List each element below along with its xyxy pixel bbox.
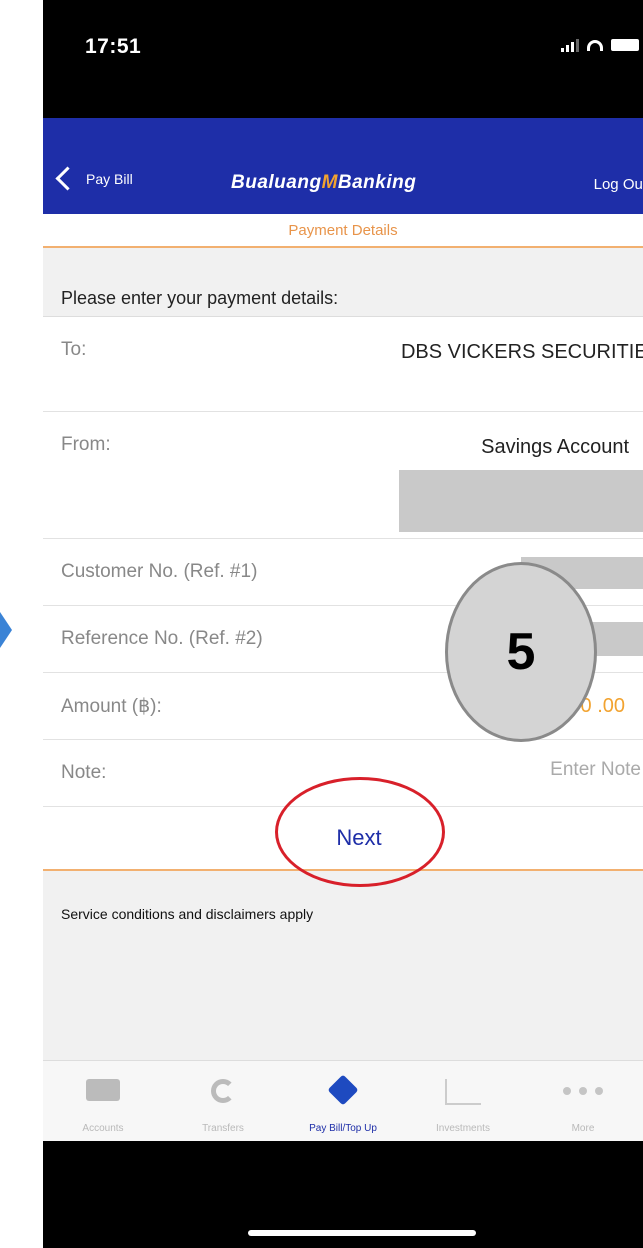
to-row: To: DBS VICKERS SECURITIES (43, 317, 643, 412)
tab-more[interactable]: More (523, 1061, 643, 1141)
wifi-icon (587, 39, 603, 51)
logout-button[interactable]: Log Out (594, 176, 643, 193)
note-input[interactable] (499, 758, 643, 782)
tab-investments[interactable]: Investments (403, 1061, 523, 1141)
to-value: DBS VICKERS SECURITIES (400, 341, 643, 363)
amount-label: Amount (฿): (61, 696, 162, 717)
next-row: Next (43, 777, 643, 887)
tab-bar: Accounts Transfers Pay Bill/Top Up Inves… (43, 1060, 643, 1141)
from-value: Savings Account (481, 436, 629, 458)
home-indicator (248, 1230, 476, 1236)
transfer-icon (211, 1079, 235, 1103)
status-time: 17:51 (85, 35, 142, 58)
left-arrow-marker (0, 612, 12, 648)
section-bar: Payment Details (43, 214, 643, 248)
form-prompt: Please enter your payment details: (61, 288, 339, 308)
logo-text: Bualuang (231, 172, 322, 193)
back-label: Pay Bill (86, 170, 133, 187)
phone-screen: 17:51 Pay Bill BualuangMBanking Log Out … (43, 0, 643, 1248)
pay-bill-icon (327, 1074, 359, 1106)
status-icons (561, 38, 639, 52)
card-icon (86, 1079, 120, 1101)
step-badge: 5 (445, 562, 597, 742)
disclaimer-link[interactable]: Service conditions and disclaimers apply (61, 906, 313, 922)
logo-m: M (321, 172, 338, 193)
battery-icon (611, 39, 639, 51)
from-row[interactable]: From: Savings Account (43, 412, 643, 539)
chevron-left-icon (55, 166, 80, 191)
tab-label: More (571, 1123, 595, 1134)
note-row: Note: (43, 740, 643, 807)
tab-label: Investments (436, 1123, 490, 1134)
tab-label: Transfers (202, 1123, 244, 1134)
section-title: Payment Details (288, 222, 398, 239)
chart-icon (445, 1079, 481, 1105)
bank-logo: BualuangMBanking (231, 172, 416, 194)
reference-no-label: Reference No. (Ref. #2) (61, 628, 263, 649)
tab-label: Pay Bill/Top Up (309, 1123, 377, 1134)
note-label: Note: (61, 762, 107, 783)
masked-account-number (399, 470, 643, 532)
signal-icon (561, 38, 579, 52)
back-button[interactable]: Pay Bill (55, 166, 133, 191)
tab-pay-bill[interactable]: Pay Bill/Top Up (283, 1061, 403, 1141)
customer-no-label: Customer No. (Ref. #1) (61, 561, 258, 582)
tab-transfers[interactable]: Transfers (163, 1061, 283, 1141)
logo-tail: Banking (337, 172, 417, 193)
app-header: Pay Bill BualuangMBanking Log Out (43, 118, 643, 214)
from-label: From: (61, 434, 111, 455)
more-icon (563, 1087, 603, 1095)
tab-accounts[interactable]: Accounts (43, 1061, 163, 1141)
status-bar: 17:51 (43, 0, 643, 118)
tab-label: Accounts (82, 1123, 124, 1134)
to-label: To: (61, 339, 87, 360)
next-button[interactable]: Next (273, 807, 445, 869)
